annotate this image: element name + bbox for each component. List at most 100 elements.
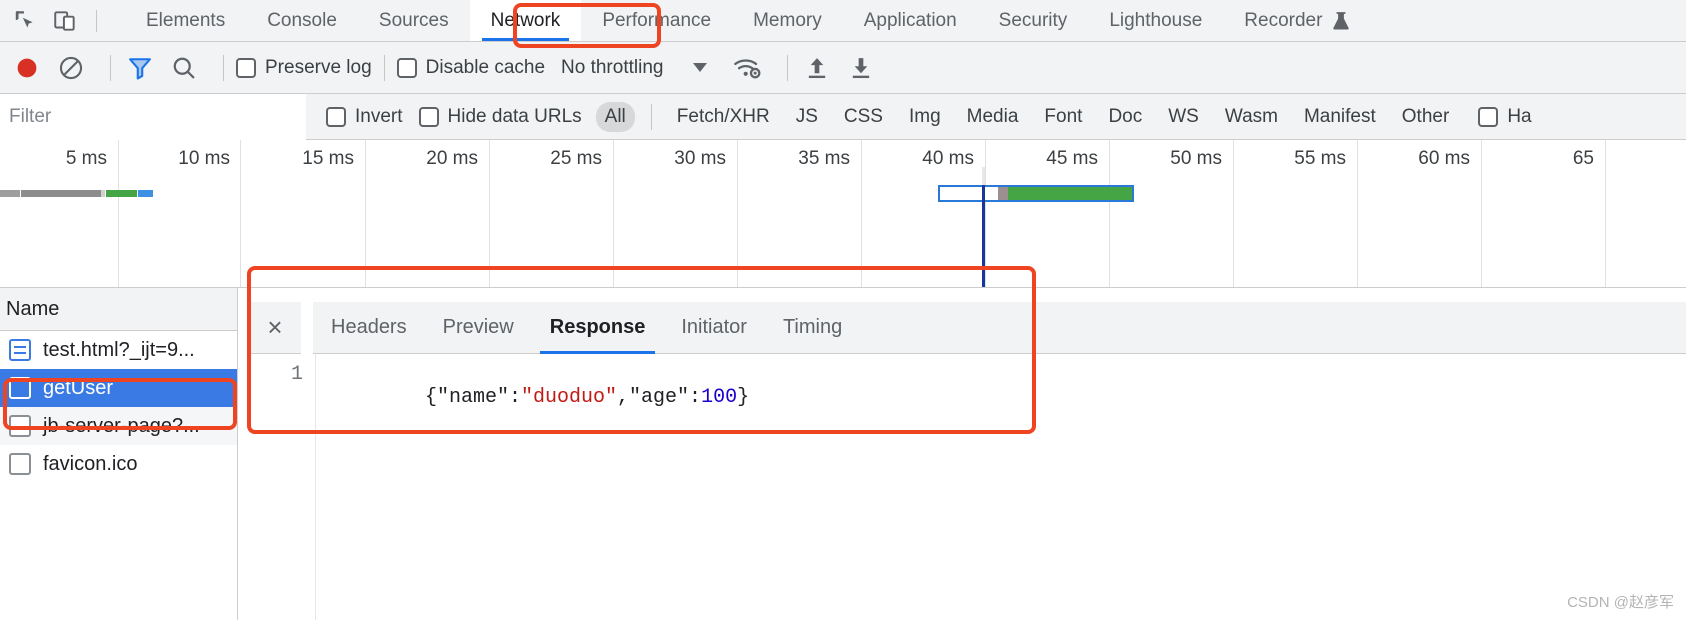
- network-toolbar: Preserve log Disable cache No throttling: [0, 42, 1686, 94]
- blocked-cookies-label: Ha: [1507, 105, 1532, 127]
- network-overview[interactable]: 5 ms 10 ms 15 ms 20 ms 25 ms 30 ms 35 ms…: [0, 140, 1686, 288]
- clear-icon[interactable]: [54, 51, 88, 85]
- export-har-icon[interactable]: [844, 51, 878, 85]
- filter-type-font[interactable]: Font: [1035, 102, 1091, 132]
- filter-funnel-icon[interactable]: [123, 51, 157, 85]
- invert-checkbox[interactable]: Invert: [326, 106, 403, 128]
- request-row-getuser[interactable]: getUser: [0, 369, 237, 407]
- tab-label: Sources: [378, 9, 449, 31]
- detail-tab-label: Timing: [782, 316, 843, 338]
- filter-type-label: CSS: [843, 105, 883, 127]
- preserve-log-label: Preserve log: [265, 56, 372, 78]
- panel-tabs: Elements Console Sources Network Perform…: [125, 0, 1371, 41]
- filter-type-doc[interactable]: Doc: [1099, 102, 1151, 132]
- request-row-favicon[interactable]: favicon.ico: [0, 445, 237, 483]
- tab-security[interactable]: Security: [978, 0, 1089, 41]
- toolbar-divider-3: [383, 54, 385, 81]
- detail-tab-initiator[interactable]: Initiator: [663, 302, 765, 354]
- import-har-icon[interactable]: [800, 51, 834, 85]
- checkbox-box: [1478, 106, 1499, 127]
- tab-recorder[interactable]: Recorder: [1223, 0, 1371, 41]
- response-body-viewer[interactable]: 1 {"name":"duoduo","age":100}: [249, 354, 1686, 620]
- filter-type-label: Fetch/XHR: [676, 105, 770, 127]
- tick-label: 20 ms: [426, 148, 478, 169]
- tab-console[interactable]: Console: [246, 0, 358, 41]
- flask-icon: [1332, 11, 1350, 31]
- detail-tab-headers[interactable]: Headers: [313, 302, 425, 354]
- request-name: getUser: [43, 376, 114, 399]
- tick-label: 15 ms: [302, 148, 354, 169]
- tab-sources[interactable]: Sources: [358, 0, 470, 41]
- blocked-cookies-checkbox[interactable]: Ha: [1478, 105, 1532, 128]
- image-icon: [9, 453, 31, 475]
- filter-type-js[interactable]: JS: [787, 102, 827, 132]
- request-row-test-html[interactable]: test.html?_ijt=9...: [0, 331, 237, 369]
- search-icon[interactable]: [167, 51, 201, 85]
- tab-application[interactable]: Application: [843, 0, 978, 41]
- json-token-plain: {"name":: [425, 386, 522, 409]
- tick-label: 40 ms: [922, 148, 974, 169]
- checkbox-box: [326, 106, 346, 127]
- filter-type-label: Img: [908, 105, 941, 127]
- tab-network[interactable]: Network: [469, 0, 582, 41]
- record-button-icon[interactable]: [10, 51, 44, 85]
- filter-type-label: Wasm: [1224, 105, 1278, 127]
- filter-type-wasm[interactable]: Wasm: [1216, 102, 1287, 132]
- detail-tab-label: Initiator: [681, 316, 747, 338]
- tick-label: 10 ms: [178, 148, 230, 169]
- tab-elements[interactable]: Elements: [125, 0, 246, 41]
- detail-tab-label: Preview: [442, 316, 514, 338]
- filter-type-manifest[interactable]: Manifest: [1295, 102, 1385, 132]
- close-icon[interactable]: ×: [249, 302, 301, 354]
- request-list-panel: Name test.html?_ijt=9... getUser jb-serv…: [0, 288, 238, 620]
- filter-type-label: WS: [1168, 105, 1199, 127]
- disable-cache-checkbox[interactable]: Disable cache: [396, 57, 545, 79]
- request-list-header[interactable]: Name: [0, 288, 237, 331]
- detail-tab-timing[interactable]: Timing: [765, 302, 860, 354]
- filter-type-fetch-xhr[interactable]: Fetch/XHR: [668, 102, 779, 132]
- filter-type-label: Doc: [1108, 105, 1143, 127]
- detail-tabs: Headers Preview Response Initiator Timin…: [313, 302, 1686, 354]
- tab-performance[interactable]: Performance: [581, 0, 732, 41]
- tab-memory[interactable]: Memory: [732, 0, 843, 41]
- filter-type-label: JS: [795, 105, 818, 127]
- hide-data-urls-checkbox[interactable]: Hide data URLs: [418, 105, 582, 128]
- overview-event-marker-line: [982, 185, 985, 287]
- tick-label: 65: [1572, 148, 1594, 169]
- watermark: CSDN @赵彦军: [1567, 594, 1674, 611]
- wifi-gear-icon[interactable]: [731, 51, 765, 85]
- hide-data-urls-label: Hide data URLs: [447, 105, 582, 127]
- filter-input[interactable]: [0, 93, 306, 140]
- throttling-value: No throttling: [561, 56, 664, 78]
- filter-type-ws[interactable]: WS: [1159, 102, 1208, 132]
- throttling-dropdown[interactable]: No throttling: [561, 56, 708, 79]
- detail-tab-label: Headers: [331, 316, 407, 338]
- filter-type-label: Manifest: [1303, 105, 1376, 127]
- filter-type-all[interactable]: All: [595, 101, 635, 132]
- preserve-log-checkbox[interactable]: Preserve log: [236, 57, 372, 79]
- json-token-plain: ,"age":: [617, 386, 702, 409]
- tick-label: 45 ms: [1046, 148, 1098, 169]
- response-body-line: {"name":"duoduo","age":100}: [329, 363, 749, 432]
- tab-label: Application: [863, 9, 957, 31]
- inspect-element-icon[interactable]: [10, 6, 40, 36]
- filter-type-css[interactable]: CSS: [835, 102, 892, 132]
- devtools-window: Elements Console Sources Network Perform…: [0, 0, 1686, 620]
- checkbox-box: [236, 57, 256, 78]
- xhr-icon: [9, 415, 31, 437]
- overview-request-bar-1: [0, 190, 153, 197]
- close-label: ×: [267, 312, 283, 342]
- request-row-jb-server-page[interactable]: jb-server-page?...: [0, 407, 237, 445]
- overview-event-marker-top: [982, 167, 985, 186]
- device-toolbar-icon[interactable]: [50, 6, 80, 36]
- column-header-name: Name: [6, 297, 60, 320]
- filter-type-other[interactable]: Other: [1393, 102, 1459, 132]
- filter-type-img[interactable]: Img: [900, 102, 950, 132]
- xhr-icon: [9, 377, 31, 399]
- detail-tab-preview[interactable]: Preview: [425, 302, 532, 354]
- detail-tab-response[interactable]: Response: [532, 302, 664, 354]
- tab-label: Recorder: [1244, 9, 1323, 31]
- tab-lighthouse[interactable]: Lighthouse: [1088, 0, 1223, 41]
- filter-type-media[interactable]: Media: [958, 102, 1028, 132]
- tab-label: Performance: [602, 9, 712, 31]
